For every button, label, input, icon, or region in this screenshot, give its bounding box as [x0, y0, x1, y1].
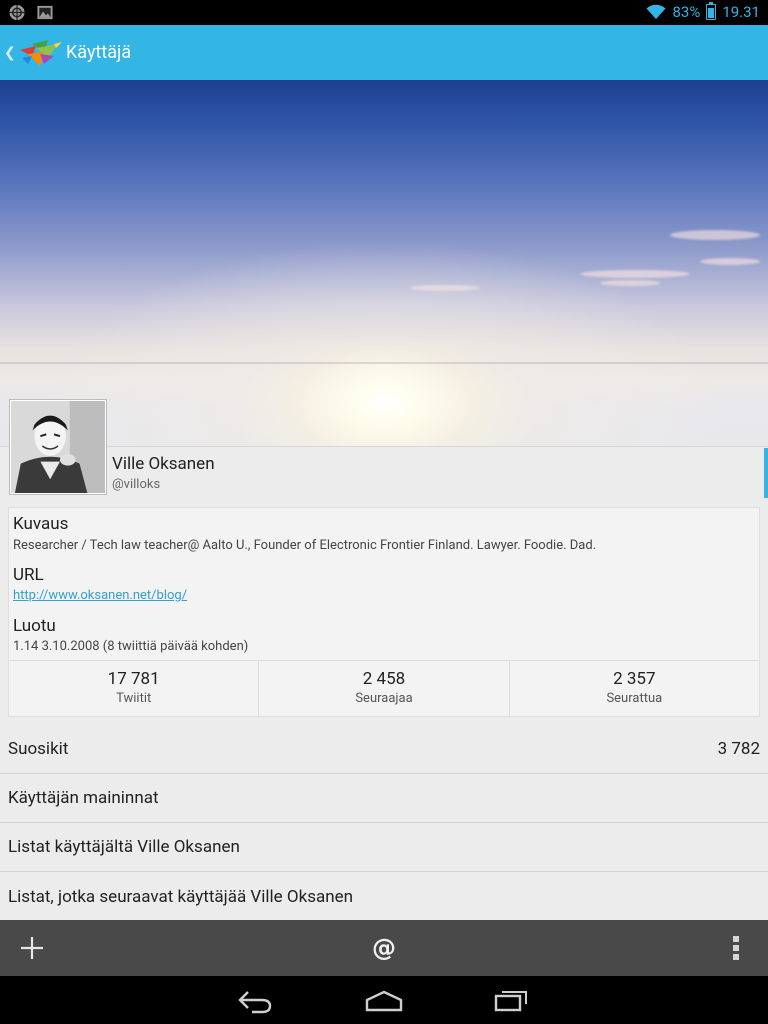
image-icon — [37, 5, 53, 20]
chevron-left-icon: ❮ — [4, 44, 16, 61]
wifi-icon — [646, 4, 666, 19]
back-button[interactable] — [236, 986, 276, 1014]
action-bar: ❮ Käyttäjä — [0, 25, 768, 80]
description-label: Kuvaus — [13, 514, 69, 534]
description-text: Researcher / Tech law teacher@ Aalto U.,… — [13, 538, 597, 553]
back-icon — [238, 991, 272, 1014]
stat-value: 2 357 — [613, 669, 656, 689]
profile-handle: @villoks — [112, 477, 161, 492]
avatar-photo — [11, 401, 105, 493]
mention-button[interactable]: @ — [352, 920, 416, 976]
list-item-label: Listat käyttäjältä Ville Oksanen — [8, 837, 240, 857]
list-item-lists-following-user[interactable]: Listat, jotka seuraavat käyttäjää Ville … — [0, 872, 768, 921]
stat-followers[interactable]: 2 458 Seuraajaa — [259, 661, 510, 717]
url-link[interactable]: http://www.oksanen.net/blog/ — [13, 588, 187, 603]
stat-value: 2 458 — [362, 669, 406, 689]
battery-percent: 83% — [672, 3, 701, 21]
home-icon — [365, 990, 403, 1012]
clock: 19.31 — [722, 3, 760, 21]
stat-label: Twiitit — [116, 691, 152, 706]
app-logo-bird-icon — [20, 39, 62, 66]
stat-value: 17 781 — [107, 669, 160, 689]
notification-icon — [9, 4, 25, 21]
home-button[interactable] — [364, 986, 404, 1014]
status-bar: 83% 19.31 — [0, 0, 768, 25]
list-item-label: Listat, jotka seuraavat käyttäjää Ville … — [8, 886, 354, 907]
stat-tweets[interactable]: 17 781 Twiitit — [9, 661, 260, 717]
url-label: URL — [13, 565, 44, 585]
mention-icon: @ — [372, 934, 396, 962]
recent-apps-icon — [494, 991, 527, 1012]
battery-icon — [706, 2, 717, 20]
profile-name: Ville Oksanen — [112, 454, 215, 474]
stat-label: Seurattua — [606, 691, 663, 706]
add-icon — [21, 937, 43, 959]
favorites-count: 3 782 — [717, 739, 760, 759]
created-text: 1.14 3.10.2008 (8 twiittiä päivää kohden… — [13, 639, 249, 654]
overflow-menu-button[interactable] — [712, 920, 760, 976]
stat-following[interactable]: 2 357 Seurattua — [510, 661, 759, 717]
stats-row: 17 781 Twiitit 2 458 Seuraajaa 2 357 Seu… — [9, 660, 759, 717]
page-title: Käyttäjä — [66, 42, 132, 63]
bottom-action-bar: @ — [0, 920, 768, 976]
up-navigation-button[interactable]: ❮ — [0, 36, 64, 70]
recent-apps-button[interactable] — [492, 986, 532, 1014]
system-navigation-bar — [0, 976, 768, 1024]
overflow-menu-icon — [733, 936, 739, 960]
profile-details-card: Kuvaus Researcher / Tech law teacher@ Aa… — [8, 507, 760, 717]
list-item-label: Käyttäjän maininnat — [8, 788, 159, 808]
avatar[interactable] — [9, 399, 107, 495]
list-item-favorites[interactable]: Suosikit 3 782 — [0, 725, 768, 774]
list-item-mentions[interactable]: Käyttäjän maininnat — [0, 774, 768, 823]
stat-label: Seuraajaa — [355, 691, 413, 706]
created-label: Luotu — [13, 616, 56, 636]
profile-banner-image — [0, 80, 768, 446]
list-item-label: Suosikit — [8, 739, 69, 759]
add-button[interactable] — [0, 920, 64, 976]
list-item-lists-by-user[interactable]: Listat käyttäjältä Ville Oksanen — [0, 823, 768, 872]
scroll-indicator — [764, 448, 768, 498]
